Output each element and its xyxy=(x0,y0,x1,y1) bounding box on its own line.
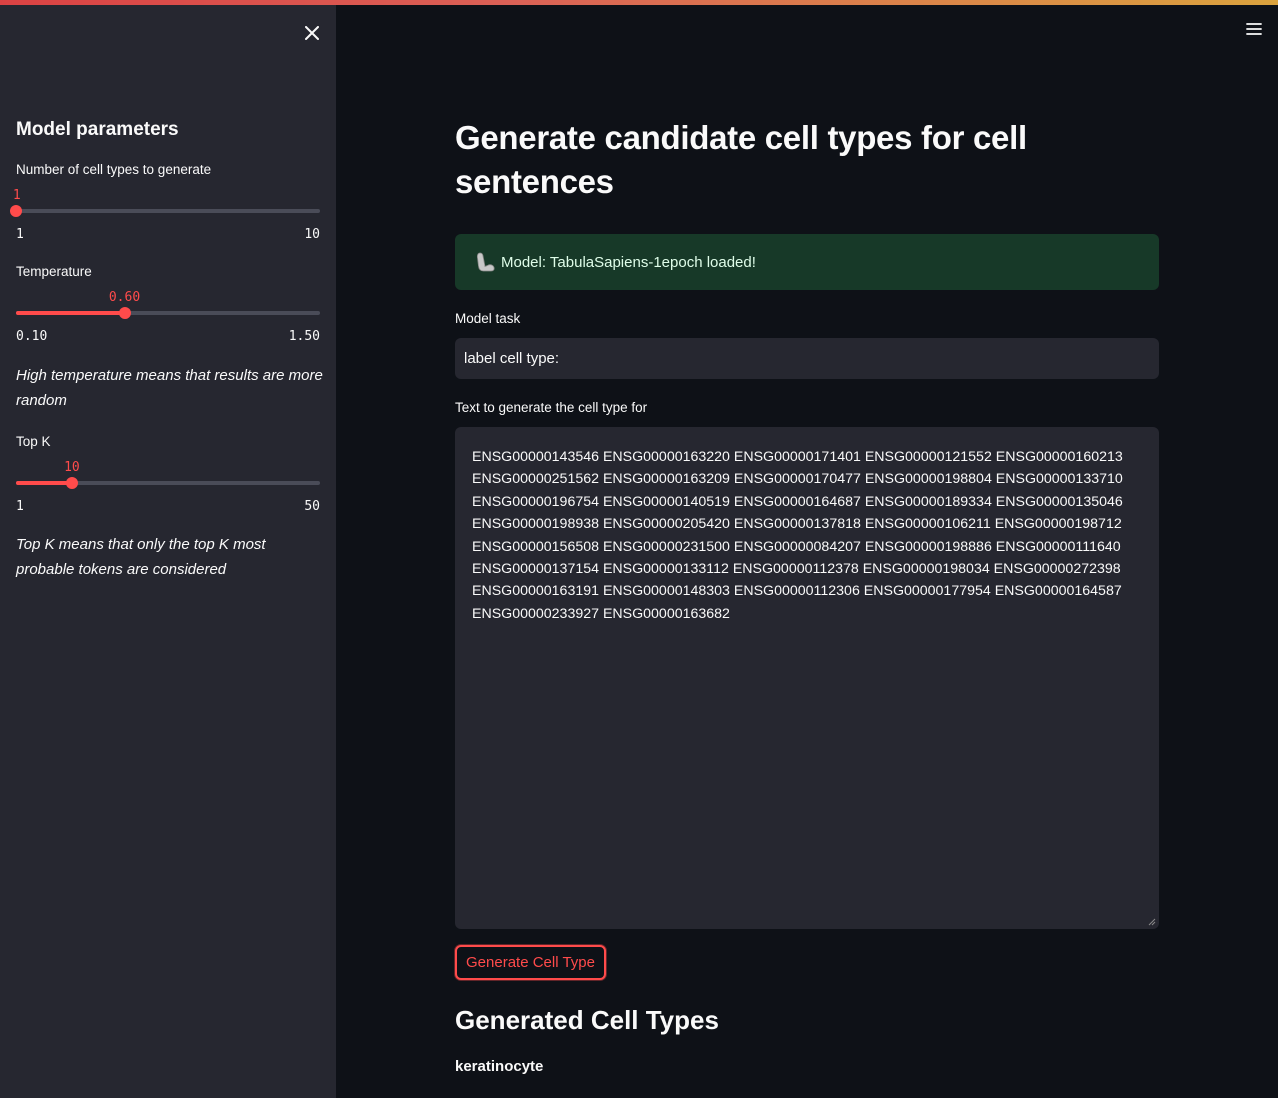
flexed-arm-icon xyxy=(476,252,495,272)
num-types-thumb[interactable] xyxy=(10,205,22,217)
num-types-value: 1 xyxy=(12,188,21,203)
model-task-label: Model task xyxy=(455,311,521,326)
temperature-value: 0.60 xyxy=(108,290,141,305)
success-alert: Model: TabulaSapiens-1epoch loaded! xyxy=(455,234,1159,290)
cell-sentence-text: ENSG00000143546 ENSG00000163220 ENSG0000… xyxy=(472,449,1123,622)
temperature-label: Temperature xyxy=(16,264,92,279)
close-sidebar-button[interactable] xyxy=(298,19,326,47)
close-icon xyxy=(305,26,319,40)
temperature-fill xyxy=(16,311,125,315)
result-item: keratinocyte xyxy=(455,1058,544,1075)
sidebar: Model parameters Number of cell types to… xyxy=(0,5,336,1098)
page-title: Generate candidate cell types for cell s… xyxy=(455,119,1027,200)
alert-text: Model: TabulaSapiens-1epoch loaded! xyxy=(501,253,756,271)
num-types-track xyxy=(16,209,320,213)
cell-sentence-textarea[interactable]: ENSG00000143546 ENSG00000163220 ENSG0000… xyxy=(455,427,1159,929)
top-k-label: Top K xyxy=(16,434,51,449)
top-k-max: 50 xyxy=(304,499,320,514)
temperature-thumb[interactable] xyxy=(118,307,131,319)
text-input-label: Text to generate the cell type for xyxy=(455,400,648,415)
model-task-input[interactable]: label cell type: xyxy=(455,338,1159,379)
main-menu-button[interactable] xyxy=(1240,18,1268,40)
top-k-value: 10 xyxy=(64,460,80,475)
generate-cell-type-button[interactable]: Generate Cell Type xyxy=(455,945,606,980)
top-k-fill xyxy=(16,481,72,485)
resize-handle-icon[interactable] xyxy=(1146,916,1156,926)
hamburger-menu-icon xyxy=(1246,23,1262,35)
top-k-thumb[interactable] xyxy=(65,477,78,489)
temperature-slider[interactable]: 0.60 0.10 1.50 xyxy=(16,285,320,345)
num-types-min: 1 xyxy=(16,227,24,242)
temperature-caption: High temperature means that results are … xyxy=(16,367,323,409)
top-k-slider[interactable]: 10 1 50 xyxy=(16,455,320,515)
top-k-caption: Top K means that only the top K most pro… xyxy=(16,536,266,578)
num-types-label: Number of cell types to generate xyxy=(16,162,212,177)
temperature-min: 0.10 xyxy=(16,329,48,344)
results-title: Generated Cell Types xyxy=(455,1005,719,1035)
num-types-slider[interactable]: 1 1 10 xyxy=(10,183,320,243)
num-types-max: 10 xyxy=(304,227,320,242)
sidebar-title: Model parameters xyxy=(16,119,179,140)
top-k-min: 1 xyxy=(16,499,24,514)
temperature-max: 1.50 xyxy=(288,329,320,344)
